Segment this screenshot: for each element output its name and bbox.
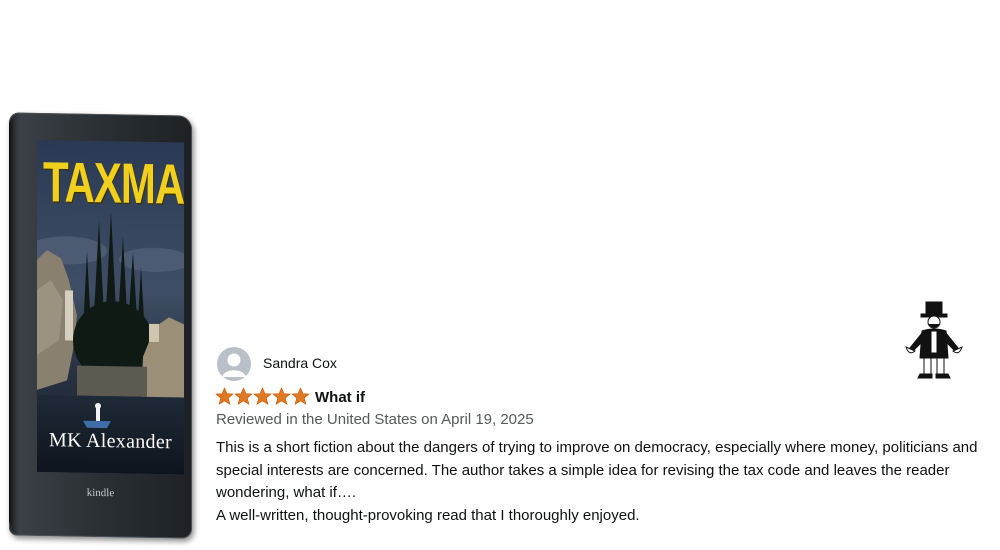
kindle-device: TAXMAN MK Alexander kindle bbox=[9, 112, 192, 539]
star-icon bbox=[215, 387, 234, 405]
cover-title: TAXMAN bbox=[43, 149, 184, 217]
review-paragraph: A well-written, thought-provoking read t… bbox=[216, 506, 640, 524]
reviewer-avatar[interactable] bbox=[217, 347, 251, 381]
review-body: This is a short fiction about the danger… bbox=[216, 437, 986, 527]
book-cover: TAXMAN MK Alexander bbox=[37, 139, 184, 475]
star-icon bbox=[253, 387, 272, 405]
star-icon bbox=[272, 387, 291, 405]
star-icon bbox=[234, 387, 253, 405]
star-rating bbox=[215, 387, 310, 407]
kindle-logo: kindle bbox=[86, 486, 115, 500]
kindle-side-edge bbox=[9, 118, 15, 527]
cover-author: MK Alexander bbox=[48, 429, 172, 454]
review-paragraph: This is a short fiction about the danger… bbox=[216, 439, 978, 501]
reviewer-name[interactable]: Sandra Cox bbox=[263, 355, 337, 371]
review-date: Reviewed in the United States on April 1… bbox=[216, 411, 534, 428]
default-user-avatar-icon bbox=[217, 347, 251, 381]
review-title[interactable]: What if bbox=[315, 389, 365, 406]
star-icon bbox=[291, 387, 310, 405]
monopoly-man-empty-pockets-icon bbox=[905, 301, 963, 379]
